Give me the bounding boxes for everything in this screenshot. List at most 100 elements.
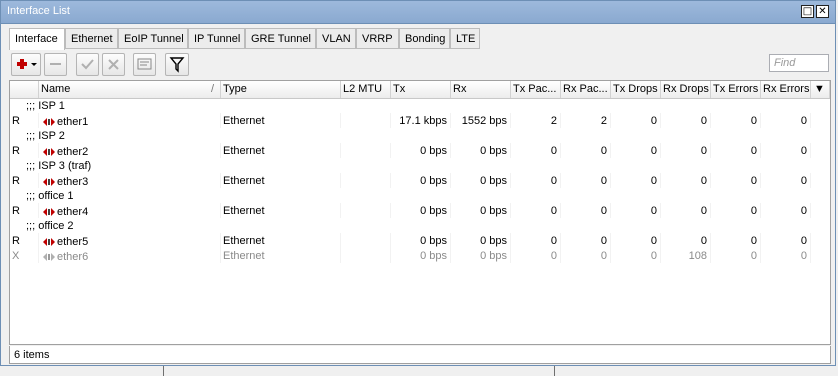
rx-drops-cell: 0 <box>661 143 711 158</box>
minus-icon <box>50 63 61 65</box>
rx-packets-cell: 0 <box>561 173 611 188</box>
interface-name: ether3 <box>57 176 89 188</box>
comment-text: ;;; ISP 3 (traf) <box>26 160 92 172</box>
rx-cell: 0 bps <box>451 173 511 188</box>
cross-icon <box>108 59 119 70</box>
l2mtu-cell <box>341 248 391 263</box>
l2mtu-cell <box>341 113 391 128</box>
interface-row[interactable]: Rether2 Ethernet 0 bps 0 bps 0 0 0 0 0 0 <box>10 143 830 158</box>
background-divider <box>554 366 555 376</box>
interface-row[interactable]: Rether4 Ethernet 0 bps 0 bps 0 0 0 0 0 0 <box>10 203 830 218</box>
rx-drops-cell: 0 <box>661 233 711 248</box>
interface-row[interactable]: Rether1 Ethernet 17.1 kbps 1552 bps 2 2 0 0 0 0 <box>10 113 830 128</box>
col-rx-packets[interactable]: Rx Pac... <box>561 81 611 98</box>
flag-cell: R <box>10 113 39 128</box>
col-flags[interactable] <box>10 81 39 98</box>
tx-cell: 0 bps <box>391 248 451 263</box>
ethernet-interface-icon <box>43 148 55 156</box>
ethernet-interface-icon <box>43 178 55 186</box>
comment-row[interactable]: ;;; office 2 <box>10 218 830 233</box>
tx-drops-cell: 0 <box>611 233 661 248</box>
disable-button[interactable] <box>102 53 125 76</box>
filter-button[interactable] <box>165 53 189 76</box>
tab-vlan[interactable]: VLAN <box>316 28 356 49</box>
tab-gre-tunnel[interactable]: GRE Tunnel <box>245 28 316 49</box>
interface-row[interactable]: Rether3 Ethernet 0 bps 0 bps 0 0 0 0 0 0 <box>10 173 830 188</box>
filter-icon <box>169 57 185 73</box>
col-type[interactable]: Type <box>221 81 341 98</box>
tx-cell: 0 bps <box>391 233 451 248</box>
rx-errors-cell: 0 <box>761 173 811 188</box>
comment-text: ;;; office 2 <box>26 220 74 232</box>
comment-text: ;;; office 1 <box>26 190 74 202</box>
l2mtu-cell <box>341 203 391 218</box>
interface-row[interactable]: Xether6 Ethernet 0 bps 0 bps 0 0 0 108 0 0 <box>10 248 830 263</box>
flag-cell: R <box>10 173 39 188</box>
rx-errors-cell: 0 <box>761 143 811 158</box>
tab-ethernet[interactable]: Ethernet <box>65 28 118 49</box>
comment-row[interactable]: ;;; office 1 <box>10 188 830 203</box>
col-rx-errors[interactable]: Rx Errors <box>761 81 811 98</box>
rx-errors-cell: 0 <box>761 203 811 218</box>
col-tx-packets[interactable]: Tx Pac... <box>511 81 561 98</box>
remove-button[interactable] <box>44 53 67 76</box>
col-name[interactable]: Name / <box>39 81 221 98</box>
name-cell: ether2 <box>39 143 221 158</box>
tx-cell: 0 bps <box>391 203 451 218</box>
tx-drops-cell: 0 <box>611 248 661 263</box>
rx-cell: 0 bps <box>451 233 511 248</box>
interface-name: ether6 <box>57 251 89 263</box>
tab-bonding[interactable]: Bonding <box>399 28 450 49</box>
interface-name: ether5 <box>57 236 89 248</box>
table-header: Name / Type L2 MTU Tx Rx Tx Pac... Rx Pa… <box>10 81 830 99</box>
tab-vrrp[interactable]: VRRP <box>356 28 399 49</box>
flag-cell: R <box>10 233 39 248</box>
chevron-down-icon: ▼ <box>814 83 825 95</box>
col-rx[interactable]: Rx <box>451 81 511 98</box>
rx-packets-cell: 0 <box>561 203 611 218</box>
tab-interface[interactable]: Interface <box>9 28 65 50</box>
tx-drops-cell: 0 <box>611 143 661 158</box>
tx-drops-cell: 0 <box>611 173 661 188</box>
close-button[interactable]: ✕ <box>816 5 829 18</box>
rx-cell: 0 bps <box>451 143 511 158</box>
sort-icon: / <box>210 83 214 95</box>
col-name-label: Name <box>41 83 71 95</box>
col-tx[interactable]: Tx <box>391 81 451 98</box>
tx-cell: 0 bps <box>391 173 451 188</box>
tx-drops-cell: 0 <box>611 203 661 218</box>
add-icon <box>17 59 37 69</box>
interface-row[interactable]: Rether5 Ethernet 0 bps 0 bps 0 0 0 0 0 0 <box>10 233 830 248</box>
tab-lte[interactable]: LTE <box>450 28 480 49</box>
type-cell: Ethernet <box>221 113 341 128</box>
col-tx-drops[interactable]: Tx Drops <box>611 81 661 98</box>
find-input[interactable]: Find <box>769 54 829 72</box>
enable-button[interactable] <box>76 53 99 76</box>
type-cell: Ethernet <box>221 248 341 263</box>
col-rx-drops[interactable]: Rx Drops <box>661 81 711 98</box>
type-cell: Ethernet <box>221 173 341 188</box>
add-button[interactable] <box>11 53 41 76</box>
title-bar[interactable]: Interface List □ ✕ <box>1 1 835 24</box>
tab-eoip-tunnel[interactable]: EoIP Tunnel <box>118 28 188 49</box>
comment-button[interactable] <box>133 53 156 76</box>
tx-packets-cell: 0 <box>511 203 561 218</box>
tx-packets-cell: 0 <box>511 248 561 263</box>
rx-packets-cell: 2 <box>561 113 611 128</box>
comment-row[interactable]: ;;; ISP 2 <box>10 128 830 143</box>
tx-drops-cell: 0 <box>611 113 661 128</box>
interface-name: ether1 <box>57 116 89 128</box>
restore-button[interactable]: □ <box>801 5 814 18</box>
comment-text: ;;; ISP 2 <box>26 130 65 142</box>
col-tx-errors[interactable]: Tx Errors <box>711 81 761 98</box>
rx-drops-cell: 108 <box>661 248 711 263</box>
comment-icon <box>137 58 152 70</box>
name-cell: ether5 <box>39 233 221 248</box>
tx-packets-cell: 2 <box>511 113 561 128</box>
tab-ip-tunnel[interactable]: IP Tunnel <box>188 28 245 49</box>
col-l2mtu[interactable]: L2 MTU <box>341 81 391 98</box>
toolbar: Find <box>9 50 829 78</box>
comment-row[interactable]: ;;; ISP 1 <box>10 98 830 113</box>
comment-row[interactable]: ;;; ISP 3 (traf) <box>10 158 830 173</box>
column-menu-button[interactable]: ▼ <box>811 81 830 98</box>
